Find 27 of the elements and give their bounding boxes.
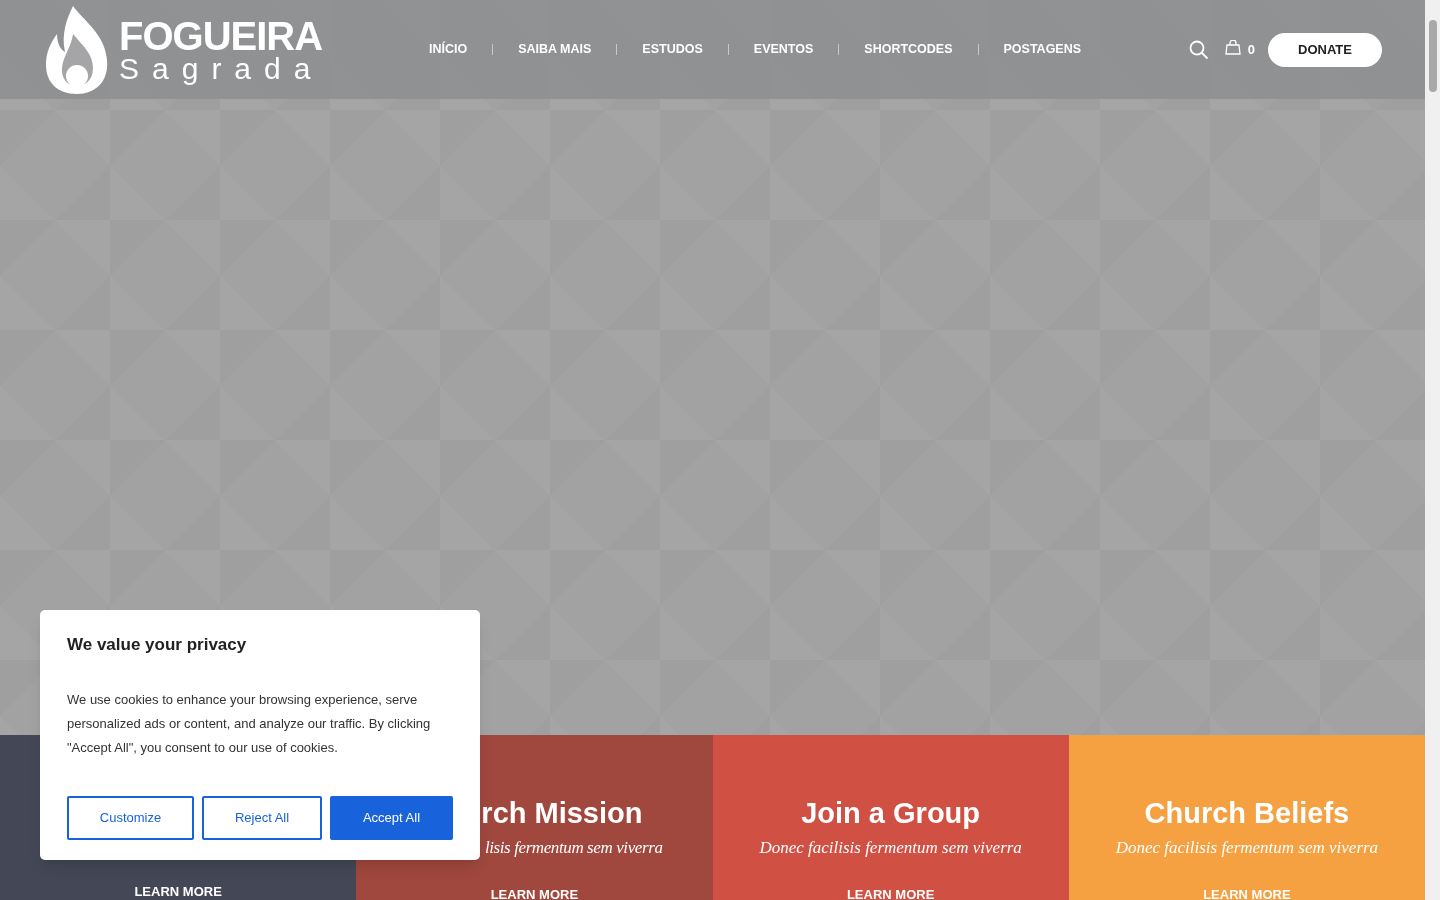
dialog-button[interactable]: Reject All <box>202 795 322 840</box>
dialog-title: We value your privacy <box>67 634 248 656</box>
logo-title: FOGUEIRA <box>119 15 324 56</box>
nav-link[interactable]: POSTAGENS <box>978 40 1107 59</box>
card-subtitle: Donec facilisis fermentum sem viverra <box>1115 837 1379 859</box>
accept-button[interactable]: Accept All <box>330 795 453 840</box>
learn-more-link[interactable]: LEARN MORE <box>846 887 935 900</box>
nav-link[interactable]: SAIBA MAIS <box>493 40 617 59</box>
search-icon[interactable] <box>1188 39 1209 60</box>
dialog-button[interactable]: Customize <box>67 795 194 840</box>
nav-link[interactable]: SHORTCODES <box>839 40 978 59</box>
shopping-bag-icon[interactable] <box>1224 40 1241 55</box>
card-title: Join a Group <box>801 796 981 831</box>
scrollbar-thumb[interactable] <box>1428 20 1437 92</box>
nav-link[interactable]: EVENTOS <box>728 40 839 59</box>
card-title: Church Beliefs <box>1144 796 1350 831</box>
nav-link[interactable]: INÍCIO <box>429 40 493 59</box>
donate-button[interactable]: DONATE <box>1268 32 1382 67</box>
logo-subtitle: Sagrada <box>119 53 324 84</box>
card-subtitle: Donec facilisis fermentum sem viverra <box>759 837 1022 859</box>
card-title: rch Mission <box>481 796 644 831</box>
cart-count: 0 <box>1247 40 1255 59</box>
learn-more-link[interactable]: LEARN MORE <box>490 887 579 900</box>
learn-more-link[interactable]: LEARN MORE <box>134 884 222 900</box>
nav-link[interactable]: ESTUDOS <box>617 40 728 59</box>
dialog-text: We use cookies to enhance your browsing experience, serve personalized ads or content, and analyze our traffic. By clicking "Accept All", you consent to our use of cookies. <box>67 690 432 757</box>
card-subtitle: lisis fermentum sem viverra <box>484 837 664 859</box>
